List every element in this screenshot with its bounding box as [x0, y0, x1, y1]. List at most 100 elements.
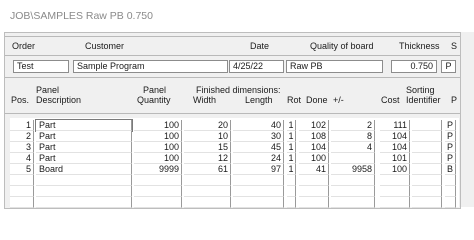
cell-width[interactable]: 15: [184, 142, 231, 153]
cell-width[interactable]: 20: [184, 120, 231, 131]
cell-identifier[interactable]: [412, 197, 442, 208]
cell-width[interactable]: [184, 197, 231, 208]
cell-cost[interactable]: [380, 186, 410, 197]
cell-pos[interactable]: [10, 186, 34, 197]
cell-width[interactable]: [184, 186, 231, 197]
cell-rot[interactable]: 1: [287, 142, 296, 153]
cell-description[interactable]: Part: [35, 119, 133, 132]
cell-done[interactable]: 41: [299, 164, 329, 175]
cell-identifier[interactable]: [412, 153, 442, 164]
cell-description[interactable]: [36, 175, 132, 186]
cell-cost[interactable]: 104: [380, 131, 410, 142]
cell-description[interactable]: Board: [36, 164, 132, 175]
order-input[interactable]: Test: [13, 60, 69, 73]
cell-rot[interactable]: 1: [287, 153, 296, 164]
cell-p[interactable]: [445, 175, 456, 186]
cell-identifier[interactable]: [412, 142, 442, 153]
cell-length[interactable]: 30: [233, 131, 284, 142]
cell-rot[interactable]: 1: [287, 131, 296, 142]
cell-length[interactable]: 97: [233, 164, 284, 175]
cell-identifier[interactable]: [412, 164, 442, 175]
cell-width[interactable]: 10: [184, 131, 231, 142]
cell-quantity[interactable]: 100: [134, 120, 182, 131]
cell-quantity[interactable]: [134, 197, 182, 208]
cell-rot[interactable]: [287, 186, 296, 197]
cell-width[interactable]: 12: [184, 153, 231, 164]
cell-p[interactable]: B: [445, 164, 456, 175]
cell-p[interactable]: P: [445, 153, 456, 164]
cell-quantity[interactable]: 100: [134, 142, 182, 153]
cell-cost[interactable]: 101: [380, 153, 410, 164]
cell-done[interactable]: [299, 175, 329, 186]
date-input[interactable]: 4/25/22: [229, 60, 284, 73]
cell-description[interactable]: Part: [36, 153, 132, 164]
cell-length[interactable]: [233, 197, 284, 208]
cell-quantity[interactable]: 100: [134, 153, 182, 164]
cell-quantity[interactable]: [134, 186, 182, 197]
table-row[interactable]: 4 Part 100 12 24 1 100 101 P: [10, 153, 459, 164]
cell-pos[interactable]: 3: [10, 142, 34, 153]
cell-done[interactable]: [299, 186, 329, 197]
customer-input[interactable]: Sample Program: [73, 60, 228, 73]
cell-length[interactable]: [233, 175, 284, 186]
cell-pos[interactable]: 4: [10, 153, 34, 164]
table-row[interactable]: [10, 175, 459, 186]
table-row[interactable]: [10, 197, 459, 208]
cell-rot[interactable]: 1: [287, 120, 296, 131]
table-row[interactable]: [10, 186, 459, 197]
table-row[interactable]: 1 Part 100 20 40 1 102 2 111 P: [10, 119, 459, 132]
cell-done[interactable]: 104: [299, 142, 329, 153]
cell-identifier[interactable]: [412, 120, 442, 131]
cell-length[interactable]: 45: [233, 142, 284, 153]
cell-identifier[interactable]: [412, 175, 442, 186]
cell-quantity[interactable]: 9999: [134, 164, 182, 175]
cell-plusminus[interactable]: 9958: [331, 164, 375, 175]
cell-plusminus[interactable]: 4: [331, 142, 375, 153]
table-row[interactable]: 5 Board 9999 61 97 1 41 9958 100 B: [10, 164, 459, 175]
cell-done[interactable]: 108: [299, 131, 329, 142]
cell-description[interactable]: Part: [36, 131, 132, 142]
cell-length[interactable]: 40: [233, 120, 284, 131]
cell-plusminus[interactable]: [331, 186, 375, 197]
cell-cost[interactable]: [380, 175, 410, 186]
cell-rot[interactable]: [287, 197, 296, 208]
table-row[interactable]: 3 Part 100 15 45 1 104 4 104 P: [10, 142, 459, 153]
cell-plusminus[interactable]: [331, 197, 375, 208]
cell-cost[interactable]: [380, 197, 410, 208]
cell-rot[interactable]: [287, 175, 296, 186]
cell-pos[interactable]: [10, 175, 34, 186]
cell-done[interactable]: 100: [299, 153, 329, 164]
cell-plusminus[interactable]: [331, 153, 375, 164]
cell-p[interactable]: [445, 197, 456, 208]
cell-cost[interactable]: 104: [380, 142, 410, 153]
cell-p[interactable]: [445, 186, 456, 197]
cell-width[interactable]: [184, 175, 231, 186]
cell-p[interactable]: P: [445, 120, 456, 131]
parts-grid[interactable]: 1 Part 100 20 40 1 102 2 111 P 2 Part 100 10 30 1 108 8 10…: [10, 118, 459, 208]
cell-cost[interactable]: 100: [380, 164, 410, 175]
cell-cost[interactable]: 111: [380, 120, 410, 131]
cell-description[interactable]: Part: [36, 142, 132, 153]
cell-p[interactable]: P: [445, 131, 456, 142]
cell-pos[interactable]: 2: [10, 131, 34, 142]
cell-done[interactable]: [299, 197, 329, 208]
quality-input[interactable]: Raw PB: [286, 60, 383, 73]
thickness-input[interactable]: 0.750: [391, 60, 437, 73]
s-input[interactable]: P: [441, 60, 456, 73]
cell-length[interactable]: 24: [233, 153, 284, 164]
cell-p[interactable]: P: [445, 142, 456, 153]
cell-pos[interactable]: 1: [10, 120, 34, 131]
cell-rot[interactable]: 1: [287, 164, 296, 175]
cell-identifier[interactable]: [412, 186, 442, 197]
cell-plusminus[interactable]: [331, 175, 375, 186]
cell-pos[interactable]: 5: [10, 164, 34, 175]
cell-pos[interactable]: [10, 197, 34, 208]
cell-length[interactable]: [233, 186, 284, 197]
cell-plusminus[interactable]: 8: [331, 131, 375, 142]
cell-width[interactable]: 61: [184, 164, 231, 175]
cell-quantity[interactable]: 100: [134, 131, 182, 142]
cell-description[interactable]: [36, 186, 132, 197]
cell-quantity[interactable]: [134, 175, 182, 186]
cell-done[interactable]: 102: [299, 120, 329, 131]
table-row[interactable]: 2 Part 100 10 30 1 108 8 104 P: [10, 131, 459, 142]
